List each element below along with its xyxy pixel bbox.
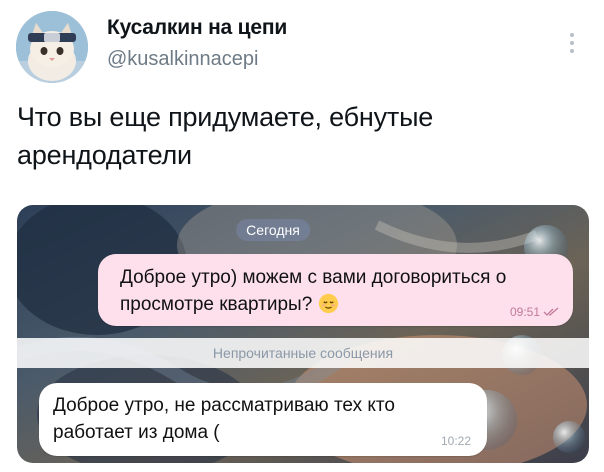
outgoing-message: Доброе утро) можем с вами договориться о… — [120, 264, 570, 318]
incoming-message-text: Доброе утро, не рассматриваю тех кто раб… — [53, 395, 395, 443]
unread-messages-divider: Непрочитанные сообщения — [17, 338, 589, 368]
incoming-message-bubble[interactable]: Доброе утро, не рассматриваю тех кто раб… — [39, 383, 487, 456]
outgoing-message-text: Доброе утро) можем с вами договориться о… — [120, 267, 507, 315]
avatar[interactable] — [16, 11, 88, 83]
tweet-text: Что вы еще придумаете, ебнутые арендодат… — [17, 102, 434, 170]
cat-avatar-image — [16, 11, 88, 83]
more-dot — [570, 33, 574, 37]
unread-messages-label: Непрочитанные сообщения — [212, 345, 394, 361]
relieved-face-icon — [319, 293, 339, 314]
more-dot — [570, 41, 574, 45]
outgoing-message-meta: 09:51 — [510, 305, 559, 319]
more-vertical-icon[interactable] — [560, 28, 584, 58]
author-name[interactable]: Кусалкин на цепи — [107, 16, 287, 40]
more-dot — [570, 49, 574, 53]
author-handle[interactable]: @kusalkinnacepi — [107, 48, 259, 71]
outgoing-message-bubble[interactable]: Доброе утро) можем с вами договориться о… — [98, 254, 573, 326]
outgoing-message-time: 09:51 — [509, 305, 540, 319]
double-check-icon — [543, 307, 559, 316]
date-pill: Сегодня — [236, 219, 310, 241]
incoming-message-time: 10:22 — [440, 434, 471, 448]
chat-screenshot: Сегодня Доброе утро) можем с вами догово… — [17, 205, 589, 463]
